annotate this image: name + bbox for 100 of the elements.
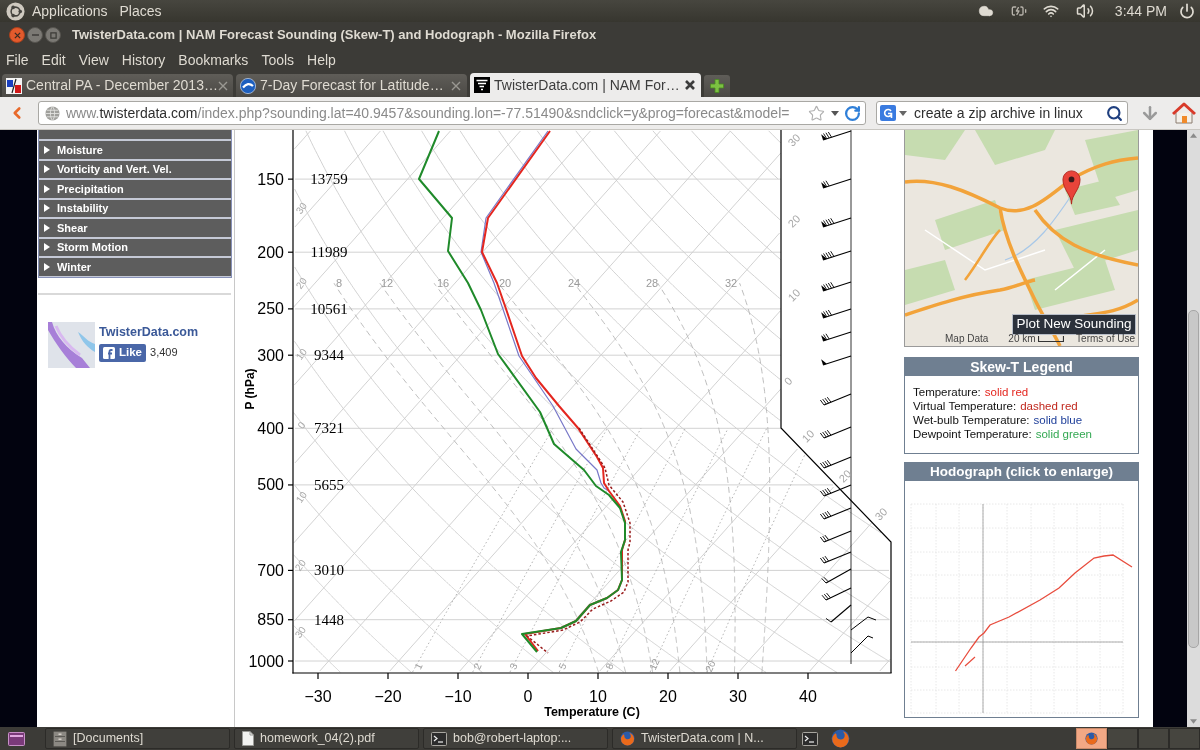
maximize-button[interactable]: [45, 27, 61, 43]
workspace-tile[interactable]: [1138, 728, 1169, 749]
search-field[interactable]: create a zip archive in linux: [876, 101, 1128, 125]
map-data-link[interactable]: Map Data: [945, 333, 989, 345]
legend-value: solid green: [1035, 427, 1092, 441]
dry-adiabat-label: 20: [292, 557, 309, 573]
like-button[interactable]: Like: [99, 343, 146, 362]
legend-label: Wet-bulb Temperature:: [913, 413, 1030, 427]
terminal-icon[interactable]: [802, 731, 818, 746]
pressure-label: 300: [257, 346, 284, 364]
page-link[interactable]: TwisterData.com: [99, 324, 199, 340]
hodograph-title[interactable]: Hodograph (click to enlarge): [905, 463, 1138, 481]
scroll-up-icon[interactable]: [1190, 133, 1197, 138]
scrollbar-thumb[interactable]: [1188, 310, 1199, 648]
workspace-tile[interactable]: [1107, 728, 1138, 749]
browser-tab[interactable]: Central PA - December 2013…: [2, 74, 233, 97]
search-engine-icon[interactable]: [880, 105, 896, 121]
thumbnail-drawing[interactable]: [48, 321, 95, 368]
round-logo-icon: [240, 77, 256, 94]
caret-icon[interactable]: [899, 110, 907, 116]
reload-icon[interactable]: [844, 104, 861, 122]
wind-barb-icon: [819, 507, 852, 520]
isotherm-label: 20: [836, 467, 854, 485]
wind-barb-icon: [819, 456, 852, 469]
browser-tab[interactable]: TwisterData.com | NAM For…: [470, 73, 701, 97]
wind-barb-icon: [819, 530, 852, 543]
caret-icon[interactable]: [831, 110, 839, 116]
browser-icon[interactable]: [831, 729, 850, 748]
plot-new-sounding-button[interactable]: Plot New Sounding: [1012, 314, 1136, 335]
sidebar-menu-item[interactable]: Precipitation: [39, 180, 231, 198]
power-icon[interactable]: [1179, 3, 1195, 19]
wind-barb-icon: [850, 616, 877, 631]
menu-item[interactable]: History: [121, 49, 166, 71]
logo-icon: [103, 346, 115, 359]
isotherm-label: 30: [785, 131, 803, 149]
scrollbar[interactable]: [1187, 130, 1200, 727]
temperature-tick-label: 30: [729, 688, 747, 705]
sidebar-menu-item[interactable]: Storm Motion: [39, 238, 231, 256]
home-icon[interactable]: [1172, 102, 1196, 124]
caret-icon: [44, 223, 50, 232]
moist-adiabat-label: 24: [567, 277, 581, 289]
wind-barb-icon: [850, 635, 874, 654]
temperature-tick-label: −10: [444, 688, 472, 705]
taskbar-item[interactable]: TwisterData.com | N...: [612, 728, 797, 749]
scroll-down-icon[interactable]: [1190, 719, 1197, 724]
like-count: 3,409: [150, 345, 178, 361]
battery-icon[interactable]: [1010, 3, 1027, 19]
map-pin-icon[interactable]: [1062, 169, 1081, 206]
temperature-tick-label: −20: [374, 688, 402, 705]
sidebar-menu-item[interactable]: Instability: [39, 199, 231, 217]
hodograph-panel[interactable]: Hodograph (click to enlarge): [904, 462, 1139, 718]
menu-item[interactable]: File: [6, 49, 29, 71]
taskbar-item[interactable]: [Documents]: [45, 728, 230, 749]
sidebar-menu-item[interactable]: Winter: [39, 258, 231, 276]
clock[interactable]: 3:44 PM: [1114, 0, 1167, 22]
desktop-icon[interactable]: [8, 731, 25, 746]
isotherm-label: 20: [785, 212, 803, 230]
new-tab-button[interactable]: [704, 75, 730, 97]
pressure-label: 850: [257, 611, 284, 629]
height-label: 13759: [310, 171, 348, 188]
sidebar-menu-item[interactable]: Vorticity and Vert. Vel.: [39, 160, 231, 178]
circle-logo-icon[interactable]: [6, 1, 25, 21]
url-field[interactable]: www.twisterdata.com/index.php?sounding.lat=40.9457&sounding.lon=-77.51490&sndclick=y&prog=forecast&model=: [38, 101, 866, 125]
volume-icon[interactable]: [1075, 2, 1094, 20]
wifi-icon[interactable]: [1042, 3, 1059, 19]
search-icon[interactable]: [1106, 104, 1123, 122]
mixing-ratio-label: 3: [507, 661, 520, 672]
browser-icon[interactable]: [620, 731, 635, 746]
menu-item[interactable]: Bookmarks: [178, 49, 249, 71]
star-icon[interactable]: [808, 104, 825, 122]
close-icon[interactable]: [685, 80, 695, 90]
sidebar-menu-item[interactable]: Moisture: [39, 141, 231, 159]
minimize-button[interactable]: [27, 27, 43, 43]
menu-item[interactable]: Edit: [41, 49, 66, 71]
caret-icon: [44, 165, 50, 174]
menu-item[interactable]: Help: [307, 49, 336, 71]
map-widget[interactable]: Plot New Sounding Map Data 20 km Terms of Use: [904, 130, 1139, 347]
pressure-label: 500: [257, 476, 284, 494]
temperature-tick-label: 20: [659, 688, 677, 705]
wind-barb-icon: [821, 250, 852, 261]
wind-barb-icon: [819, 393, 852, 406]
mixing-ratio-label: 5: [556, 661, 569, 672]
panel-menu[interactable]: Applications: [32, 0, 108, 22]
sidebar-menu-item[interactable]: Shear: [39, 219, 231, 237]
menu-item[interactable]: View: [78, 49, 109, 71]
close-button[interactable]: [9, 27, 25, 43]
panel-menu[interactable]: Places: [119, 0, 162, 22]
menu-item[interactable]: Tools: [261, 49, 295, 71]
taskbar-item[interactable]: homework_04(2).pdf: [234, 728, 419, 749]
pressure-label: 200: [257, 243, 284, 261]
taskbar-item[interactable]: bob@robert-laptop:...: [423, 728, 608, 749]
wind-barb-icon: [821, 130, 852, 141]
browser-tab[interactable]: 7-Day Forecast for Latitude…: [236, 74, 467, 97]
terms-link[interactable]: Terms of Use: [1076, 333, 1135, 345]
browser-icon[interactable]: [1085, 732, 1098, 745]
temperature-tick-label: 0: [523, 688, 533, 705]
moist-adiabat-label: 20: [498, 277, 512, 289]
terminal-icon: [431, 731, 447, 746]
workspace-tile[interactable]: [1169, 728, 1200, 749]
workspace-tile[interactable]: [1076, 728, 1107, 749]
